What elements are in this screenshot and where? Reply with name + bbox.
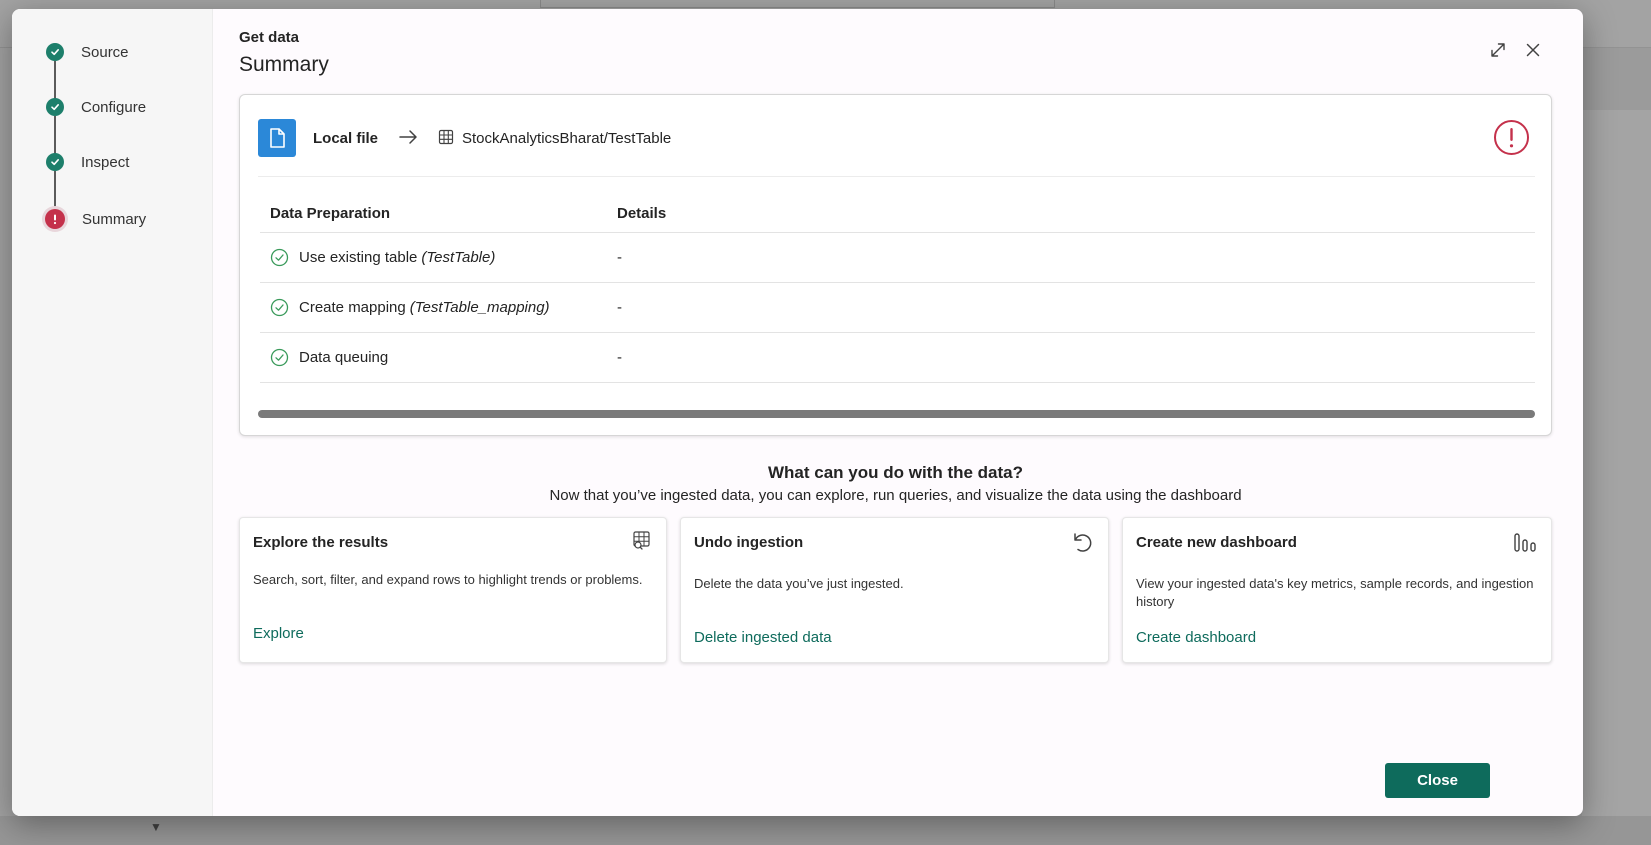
data-preparation-table: Data Preparation Details Use existing ta… <box>260 203 1535 383</box>
step-connector <box>54 171 56 213</box>
step-details: - <box>607 282 1535 333</box>
card-description: Delete the data you’ve just ingested. <box>694 576 904 591</box>
step-label: Configure <box>81 98 147 116</box>
destination-label: StockAnalyticsBharat/TestTable <box>462 130 672 147</box>
arrow-right-icon <box>399 130 417 144</box>
chevron-down-icon: ▼ <box>150 820 162 834</box>
table-row: Data queuing - <box>260 332 1535 383</box>
divider <box>258 176 1535 177</box>
checkmark-icon <box>46 43 64 61</box>
create-dashboard-card: Create new dashboard View your ingested … <box>1122 517 1552 663</box>
background-search-box <box>540 0 1055 8</box>
create-dashboard-link[interactable]: Create dashboard <box>1136 629 1256 646</box>
document-icon <box>258 119 296 157</box>
step-details: - <box>607 232 1535 283</box>
card-description: Search, sort, filter, and expand rows to… <box>253 572 643 587</box>
expand-icon <box>1491 43 1505 57</box>
horizontal-scrollbar[interactable] <box>258 410 1535 418</box>
checkmark-icon <box>46 98 64 116</box>
dialog-main: Get data Summary Local file StockAnalyti… <box>227 9 1583 816</box>
error-icon <box>45 209 65 229</box>
step-label: Source <box>81 43 129 61</box>
table-search-icon <box>633 531 650 550</box>
error-circle-icon <box>1494 120 1529 155</box>
checkmark-icon <box>46 153 64 171</box>
background-bottom-bar <box>0 816 1651 845</box>
step-detail-name: (TestTable) <box>421 248 496 266</box>
page-title: Summary <box>239 53 329 76</box>
background-right-panel <box>1582 110 1651 845</box>
dialog-eyebrow: Get data <box>239 29 300 46</box>
explore-results-card: Explore the results Search, sort, filter… <box>239 517 667 663</box>
bar-chart-icon <box>1514 533 1536 552</box>
step-configure[interactable]: Configure <box>46 98 146 116</box>
ingestion-summary-card: Local file StockAnalyticsBharat/TestTabl… <box>239 94 1552 436</box>
close-dialog-button[interactable] <box>1520 37 1546 63</box>
step-name: Data queuing <box>299 348 389 366</box>
step-name: Create mapping <box>299 298 406 316</box>
source-label: Local file <box>313 130 379 147</box>
card-title: Explore the results <box>253 534 389 551</box>
undo-icon <box>1074 533 1092 552</box>
undo-ingestion-card: Undo ingestion Delete the data you’ve ju… <box>680 517 1109 663</box>
step-detail-name: (TestTable_mapping) <box>409 298 550 316</box>
step-name: Use existing table <box>299 248 418 266</box>
table-row: Use existing table (TestTable) - <box>260 232 1535 283</box>
step-summary[interactable]: Summary <box>45 209 146 229</box>
expand-button[interactable] <box>1485 37 1511 63</box>
table-row: Create mapping (TestTable_mapping) - <box>260 282 1535 333</box>
step-source[interactable]: Source <box>46 43 129 61</box>
success-check-icon <box>270 298 289 316</box>
close-button[interactable]: Close <box>1385 763 1490 798</box>
get-data-dialog: Source Configure Inspect Summary Get dat… <box>12 9 1583 816</box>
card-title: Undo ingestion <box>694 534 804 551</box>
step-inspect[interactable]: Inspect <box>46 153 129 171</box>
success-check-icon <box>270 248 289 266</box>
step-connector <box>54 61 56 100</box>
wizard-stepper: Source Configure Inspect Summary <box>12 9 213 816</box>
table-header-row: Data Preparation Details <box>260 203 1535 233</box>
card-description: View your ingested data's key metrics, s… <box>1136 576 1534 609</box>
table-icon <box>438 129 454 145</box>
next-steps-subtitle: Now that you’ve ingested data, you can e… <box>549 487 1242 504</box>
next-steps-title: What can you do with the data? <box>768 463 1023 482</box>
step-label: Inspect <box>81 153 130 171</box>
column-header: Data Preparation <box>260 203 607 233</box>
card-title: Create new dashboard <box>1136 534 1297 551</box>
close-icon <box>1526 43 1540 57</box>
step-connector <box>54 116 56 155</box>
step-details: - <box>607 332 1535 383</box>
explore-link[interactable]: Explore <box>253 625 304 642</box>
step-label: Summary <box>82 210 147 228</box>
delete-ingested-data-link[interactable]: Delete ingested data <box>694 629 832 646</box>
success-check-icon <box>270 348 289 366</box>
column-header: Details <box>607 203 1535 233</box>
